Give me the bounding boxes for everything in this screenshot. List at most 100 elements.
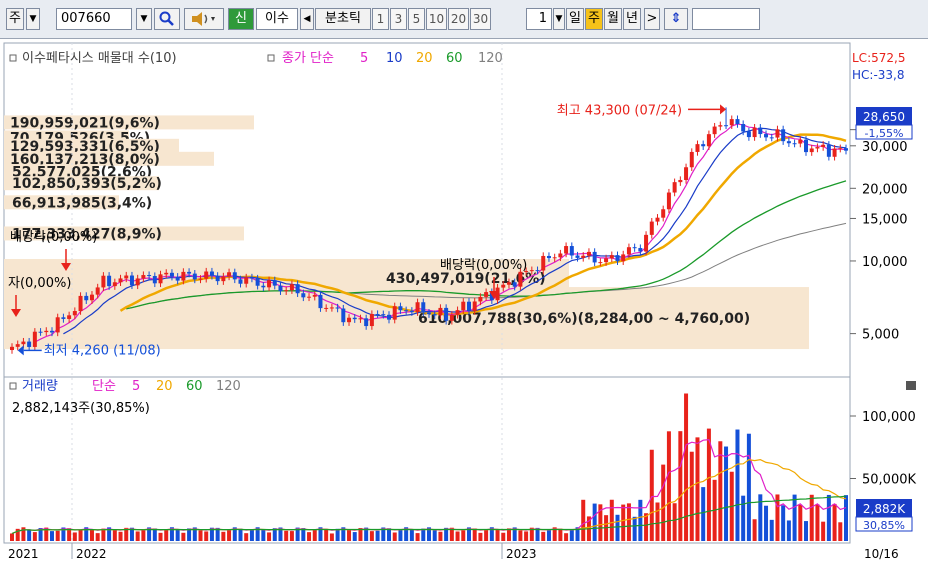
candle-up	[101, 275, 106, 288]
volume-bar	[261, 529, 266, 541]
candle-down	[466, 301, 471, 312]
interval-button-1[interactable]: 1	[372, 8, 389, 30]
candle-up	[449, 314, 454, 321]
candle-down	[764, 134, 769, 138]
candle-down	[758, 127, 763, 135]
candle-up	[809, 148, 814, 153]
candle-down	[187, 271, 192, 274]
stock-code-input[interactable]: 007660	[56, 8, 132, 30]
candle-up	[455, 310, 460, 315]
extra-input[interactable]	[692, 8, 760, 30]
stock-chart[interactable]: 190,959,021(9,6%)70,179,526(3,5%)129,593…	[0, 39, 928, 568]
volume-bar	[152, 528, 157, 541]
candle-down	[341, 308, 346, 323]
candle-up	[752, 127, 757, 138]
speaker-icon[interactable]	[184, 8, 224, 30]
candle-down	[152, 276, 157, 284]
vol-ma-legend-20: 20	[156, 379, 173, 394]
candle-down	[398, 306, 403, 311]
candle-down	[546, 255, 551, 259]
year-button[interactable]: 년	[623, 8, 641, 30]
new-button[interactable]: 신	[228, 8, 254, 30]
interval-button-20[interactable]: 20	[448, 8, 469, 30]
price-y-tick-label: 5,000	[862, 328, 899, 343]
ma-legend-20: 20	[416, 51, 433, 66]
count-dropdown-icon[interactable]: ▼	[553, 8, 565, 30]
volume-bar	[329, 533, 334, 541]
volume-bar	[672, 503, 677, 541]
interval-button-30[interactable]: 30	[470, 8, 491, 30]
next-button[interactable]: >	[644, 8, 660, 30]
candle-up	[244, 277, 249, 284]
candle-up	[626, 247, 631, 255]
candle-up	[21, 341, 26, 345]
price-y-tick-label: 15,000	[862, 212, 908, 227]
ma-legend-120: 120	[478, 51, 503, 66]
candle-up	[552, 257, 557, 259]
candle-up	[695, 144, 700, 152]
dividend-label: 자(0,00%)	[8, 276, 71, 291]
volume-bar	[781, 505, 786, 541]
volume-bar	[752, 519, 757, 541]
volume-bar	[558, 528, 563, 541]
candle-down	[249, 277, 254, 279]
candle-up	[666, 192, 671, 210]
week-button[interactable]: 주	[585, 8, 603, 30]
candle-up	[558, 253, 563, 258]
volume-bar	[112, 530, 117, 541]
volume-bar	[678, 431, 683, 541]
volume-bar	[564, 533, 569, 541]
volume-bar	[55, 530, 60, 541]
volume-bar	[415, 533, 420, 541]
candle-up	[164, 272, 169, 275]
market-selector[interactable]: 주	[6, 8, 24, 30]
volume-bar	[244, 533, 249, 541]
month-button[interactable]: 월	[604, 8, 622, 30]
volume-bar	[718, 441, 723, 541]
candle-up	[478, 296, 483, 302]
candle-down	[632, 247, 637, 249]
candle-up	[221, 276, 226, 282]
volume-bar	[347, 529, 352, 541]
search-icon[interactable]	[154, 8, 180, 30]
candle-up	[838, 148, 843, 150]
interval-button-3[interactable]: 3	[390, 8, 407, 30]
candle-up	[78, 295, 83, 312]
interval-button-5[interactable]: 5	[408, 8, 425, 30]
candle-down	[735, 119, 740, 125]
count-input[interactable]: 1	[526, 8, 552, 30]
volume-bar	[798, 504, 803, 541]
volume-bar	[78, 529, 83, 541]
volume-profile-label: 66,913,985(3,4%)	[12, 195, 152, 211]
current-volume-pct-label: 30,85%	[863, 519, 905, 532]
volume-bar	[644, 513, 649, 541]
volume-bar	[838, 522, 843, 541]
dividend-label: 배당락(0,00%)	[10, 230, 97, 245]
day-button[interactable]: 일	[566, 8, 584, 30]
volume-bar	[689, 451, 694, 541]
volume-bar	[335, 528, 340, 541]
volume-bar	[398, 529, 403, 541]
candle-up	[586, 251, 591, 256]
updown-icon[interactable]: ⇕	[664, 8, 688, 30]
candle-up	[678, 179, 683, 183]
prev-arrow-icon[interactable]: ◀	[300, 8, 314, 30]
vol-ma-legend-5: 5	[132, 379, 140, 394]
interval-button-10[interactable]: 10	[426, 8, 447, 30]
market-dropdown-icon[interactable]: ▼	[26, 8, 40, 30]
volume-bar	[392, 532, 397, 541]
candle-up	[284, 290, 289, 292]
candle-up	[684, 167, 689, 180]
volume-bar	[164, 529, 169, 541]
candle-up	[67, 315, 72, 319]
volume-bar	[455, 531, 460, 541]
volume-panel-close-icon[interactable]	[906, 381, 916, 390]
volume-bar	[307, 532, 312, 541]
candle-down	[387, 314, 392, 320]
dividend-label: 배당락(0,00%)	[440, 258, 527, 273]
volume-bar	[227, 530, 232, 541]
candle-down	[592, 251, 597, 263]
candle-up	[118, 278, 123, 283]
code-dropdown-icon[interactable]: ▼	[136, 8, 152, 30]
period-minute-tick-button[interactable]: 분초틱	[315, 8, 371, 30]
